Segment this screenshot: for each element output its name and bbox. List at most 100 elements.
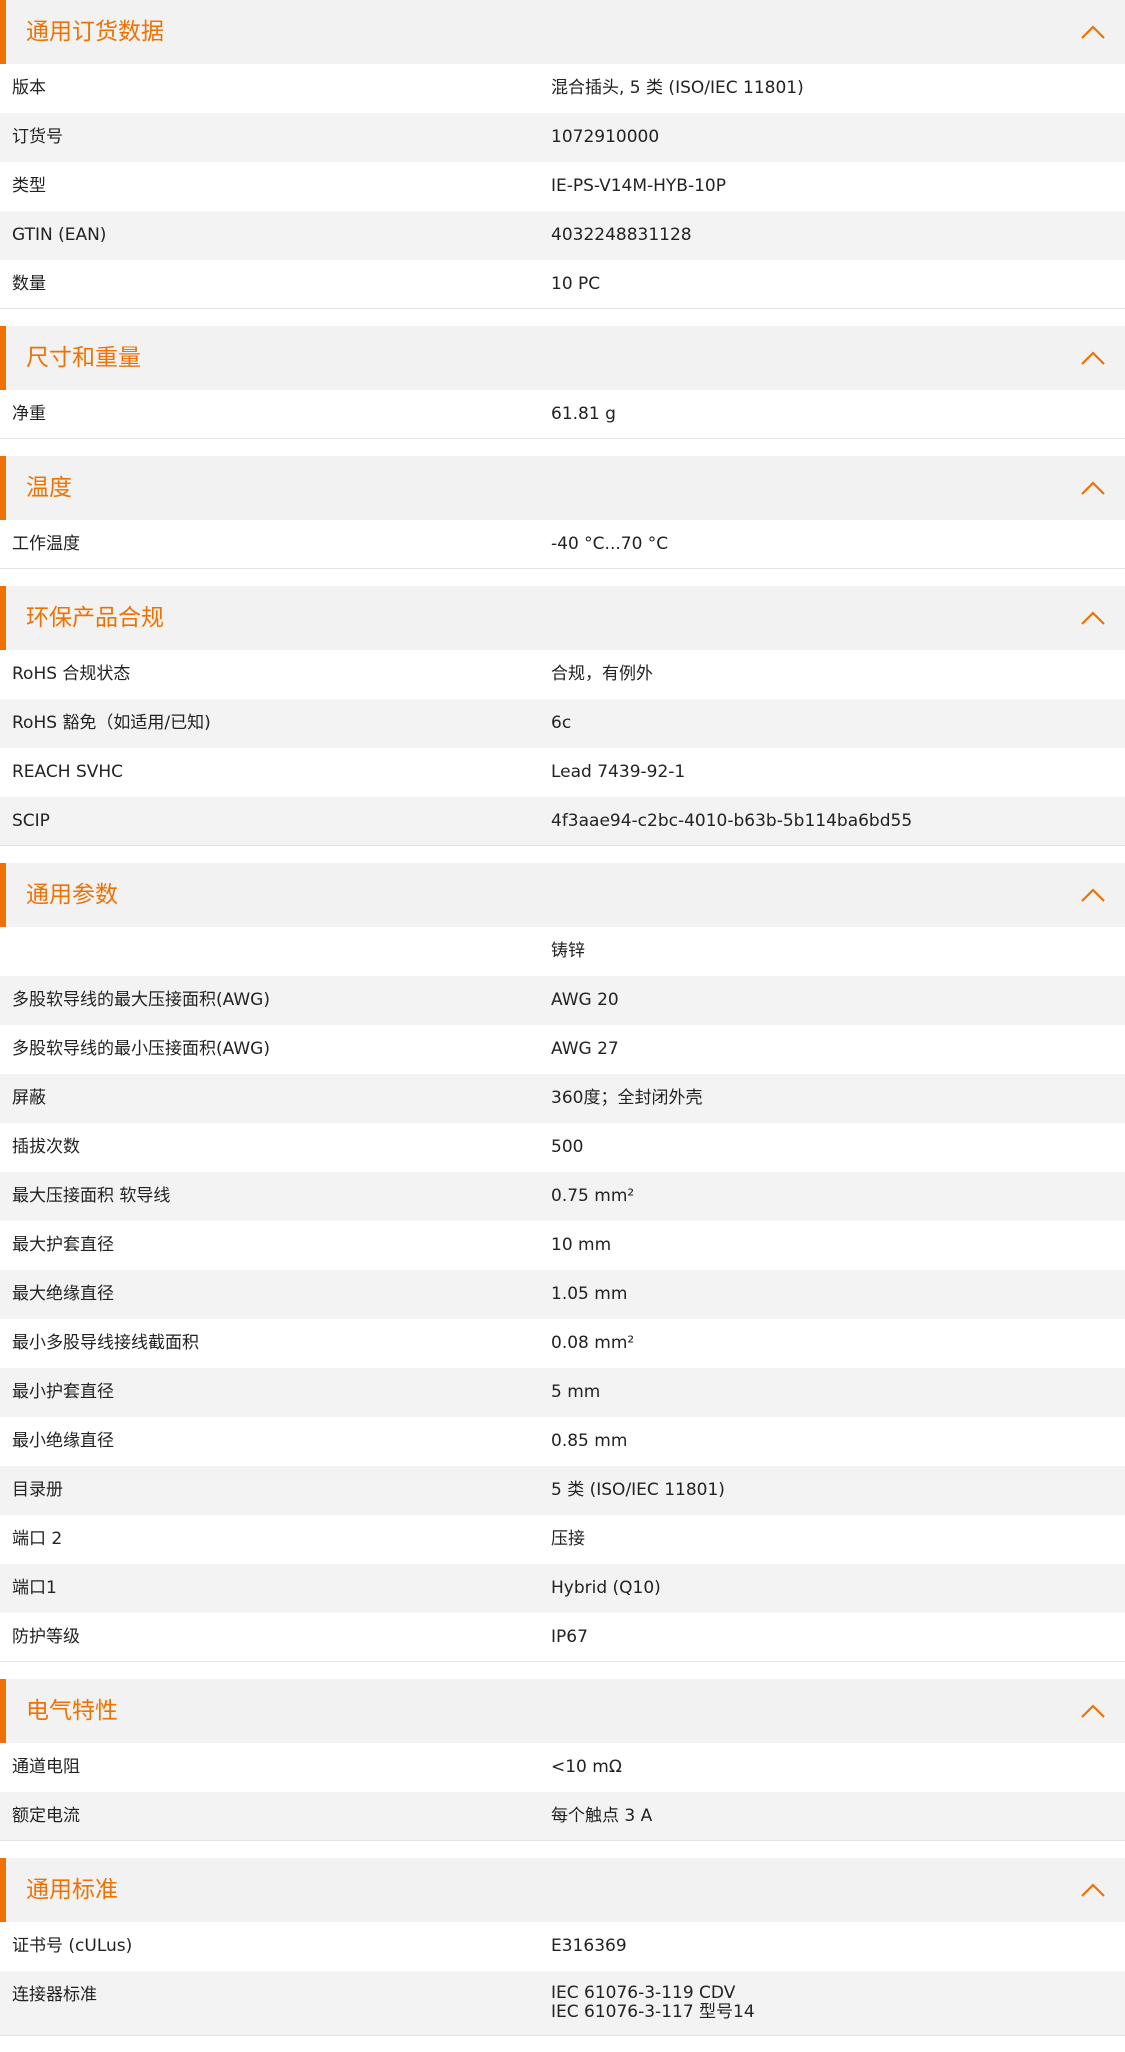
spec-row: 最小绝缘直径 0.85 mm	[0, 1417, 1125, 1466]
section-gap	[0, 846, 1125, 863]
spec-label: 最大绝缘直径	[12, 1284, 114, 1304]
spec-row: 多股软导线的最大压接面积(AWG) AWG 20	[0, 976, 1125, 1025]
spec-value: IEC 61076-3-119 CDV IEC 61076-3-117 型号14	[551, 1984, 755, 2022]
spec-label: 多股软导线的最小压接面积(AWG)	[12, 1039, 270, 1059]
chevron-up-icon[interactable]	[1077, 472, 1109, 504]
spec-label: REACH SVHC	[12, 762, 124, 782]
spec-value: <10 mΩ	[551, 1757, 622, 1777]
spec-value: 500	[551, 1137, 584, 1157]
section-title: 通用标准	[26, 1877, 118, 1903]
spec-label: GTIN (EAN)	[12, 225, 107, 245]
spec-row: REACH SVHC Lead 7439-92-1	[0, 748, 1125, 797]
spec-label: 连接器标准	[12, 1985, 97, 2005]
spec-row: GTIN (EAN) 4032248831128	[0, 211, 1125, 260]
spec-row: RoHS 豁免（如适用/已知) 6c	[0, 699, 1125, 748]
spec-value: 0.85 mm	[551, 1431, 628, 1451]
spec-row: 证书号 (cULus) E316369	[0, 1922, 1125, 1971]
spec-row: 端口 2 压接	[0, 1515, 1125, 1564]
product-spec-page: 通用订货数据版本 混合插头, 5 类 (ISO/IEC 11801) 订货号 1072…	[0, 0, 1125, 2036]
spec-value: E316369	[551, 1936, 627, 1956]
spec-value: 61.81 g	[551, 404, 616, 424]
spec-row: 最大绝缘直径 1.05 mm	[0, 1270, 1125, 1319]
spec-row: RoHS 合规状态 合规，有例外	[0, 650, 1125, 699]
spec-section: 环保产品合规 RoHS 合规状态 合规，有例外 RoHS 豁免（如适用/已知) 6c RE…	[0, 586, 1125, 846]
spec-row: 铸锌	[0, 927, 1125, 976]
spec-section: 通用订货数据版本 混合插头, 5 类 (ISO/IEC 11801) 订货号 1072…	[0, 0, 1125, 309]
spec-label: 类型	[12, 176, 46, 196]
spec-label: 防护等级	[12, 1627, 80, 1647]
spec-label: 最小绝缘直径	[12, 1431, 114, 1451]
chevron-up-icon[interactable]	[1077, 16, 1109, 48]
section-title: 通用参数	[26, 882, 118, 908]
spec-value: 压接	[551, 1529, 585, 1549]
spec-row: 最大压接面积 软导线 0.75 mm²	[0, 1172, 1125, 1221]
spec-label: 端口1	[12, 1578, 57, 1598]
spec-label: 证书号 (cULus)	[12, 1936, 133, 1956]
section-header[interactable]: 环保产品合规	[0, 586, 1125, 650]
spec-value: 1072910000	[551, 127, 660, 147]
spec-section: 通用参数铸锌多股软导线的最大压接面积(AWG) AWG 20 多股软导线的最小压接面…	[0, 863, 1125, 1662]
section-header[interactable]: 通用标准	[0, 1858, 1125, 1922]
spec-value: 10 mm	[551, 1235, 612, 1255]
spec-label: 版本	[12, 78, 46, 98]
section-title: 环保产品合规	[26, 605, 164, 631]
section-header[interactable]: 温度	[0, 456, 1125, 520]
chevron-up-icon[interactable]	[1077, 1695, 1109, 1727]
spec-row: 数量 10 PC	[0, 260, 1125, 309]
chevron-up-icon[interactable]	[1077, 879, 1109, 911]
section-header[interactable]: 通用参数	[0, 863, 1125, 927]
spec-value: AWG 20	[551, 990, 619, 1010]
spec-row: 订货号 1072910000	[0, 113, 1125, 162]
spec-label: 端口 2	[12, 1529, 63, 1549]
section-title: 电气特性	[26, 1698, 118, 1724]
chevron-up-icon[interactable]	[1077, 1874, 1109, 1906]
spec-row: 版本 混合插头, 5 类 (ISO/IEC 11801)	[0, 64, 1125, 113]
spec-row: 通道电阻 <10 mΩ	[0, 1743, 1125, 1792]
section-title: 温度	[26, 475, 72, 501]
spec-value: 0.08 mm²	[551, 1333, 635, 1353]
spec-value-line: IEC 61076-3-119 CDV	[551, 1983, 736, 2003]
spec-label: 数量	[12, 274, 46, 294]
spec-label: 通道电阻	[12, 1757, 80, 1777]
spec-value: 5 类 (ISO/IEC 11801)	[551, 1480, 725, 1500]
spec-label: 目录册	[12, 1480, 63, 1500]
section-gap	[0, 1841, 1125, 1858]
spec-row: 连接器标准 IEC 61076-3-119 CDV IEC 61076-3-117 …	[0, 1971, 1125, 2036]
section-gap	[0, 309, 1125, 326]
section-header[interactable]: 通用订货数据	[0, 0, 1125, 64]
spec-label: 插拔次数	[12, 1137, 80, 1157]
spec-value: Lead 7439-92-1	[551, 762, 686, 782]
spec-value: 铸锌	[551, 941, 585, 961]
chevron-up-icon[interactable]	[1077, 602, 1109, 634]
section-title: 尺寸和重量	[26, 345, 141, 371]
spec-row: 净重 61.81 g	[0, 390, 1125, 439]
spec-row: 工作温度 -40 °C...70 °C	[0, 520, 1125, 569]
section-title: 通用订货数据	[26, 19, 164, 45]
spec-value: 1.05 mm	[551, 1284, 628, 1304]
spec-section: 尺寸和重量净重 61.81 g	[0, 326, 1125, 439]
spec-label: 最小多股导线接线截面积	[12, 1333, 199, 1353]
section-header[interactable]: 电气特性	[0, 1679, 1125, 1743]
section-header[interactable]: 尺寸和重量	[0, 326, 1125, 390]
spec-label: RoHS 合规状态	[12, 664, 131, 684]
spec-value: IP67	[551, 1627, 588, 1647]
spec-value: AWG 27	[551, 1039, 619, 1059]
chevron-up-icon[interactable]	[1077, 342, 1109, 374]
spec-value: Hybrid (Q10)	[551, 1578, 661, 1598]
spec-row: 插拔次数 500	[0, 1123, 1125, 1172]
section-gap	[0, 1662, 1125, 1679]
spec-row: 目录册 5 类 (ISO/IEC 11801)	[0, 1466, 1125, 1515]
spec-label: 工作温度	[12, 534, 80, 554]
spec-row: 屏蔽 360度；全封闭外壳	[0, 1074, 1125, 1123]
section-gap	[0, 439, 1125, 456]
spec-label: 多股软导线的最大压接面积(AWG)	[12, 990, 270, 1010]
spec-label: 净重	[12, 404, 46, 424]
spec-value: 合规，有例外	[551, 664, 653, 684]
spec-value: 混合插头, 5 类 (ISO/IEC 11801)	[551, 78, 804, 98]
spec-row: 防护等级 IP67	[0, 1613, 1125, 1662]
spec-row: 最小多股导线接线截面积 0.08 mm²	[0, 1319, 1125, 1368]
spec-section: 温度工作温度 -40 °C...70 °C	[0, 456, 1125, 569]
spec-label: 订货号	[12, 127, 63, 147]
spec-value: 6c	[551, 713, 572, 733]
spec-row: 最小护套直径 5 mm	[0, 1368, 1125, 1417]
